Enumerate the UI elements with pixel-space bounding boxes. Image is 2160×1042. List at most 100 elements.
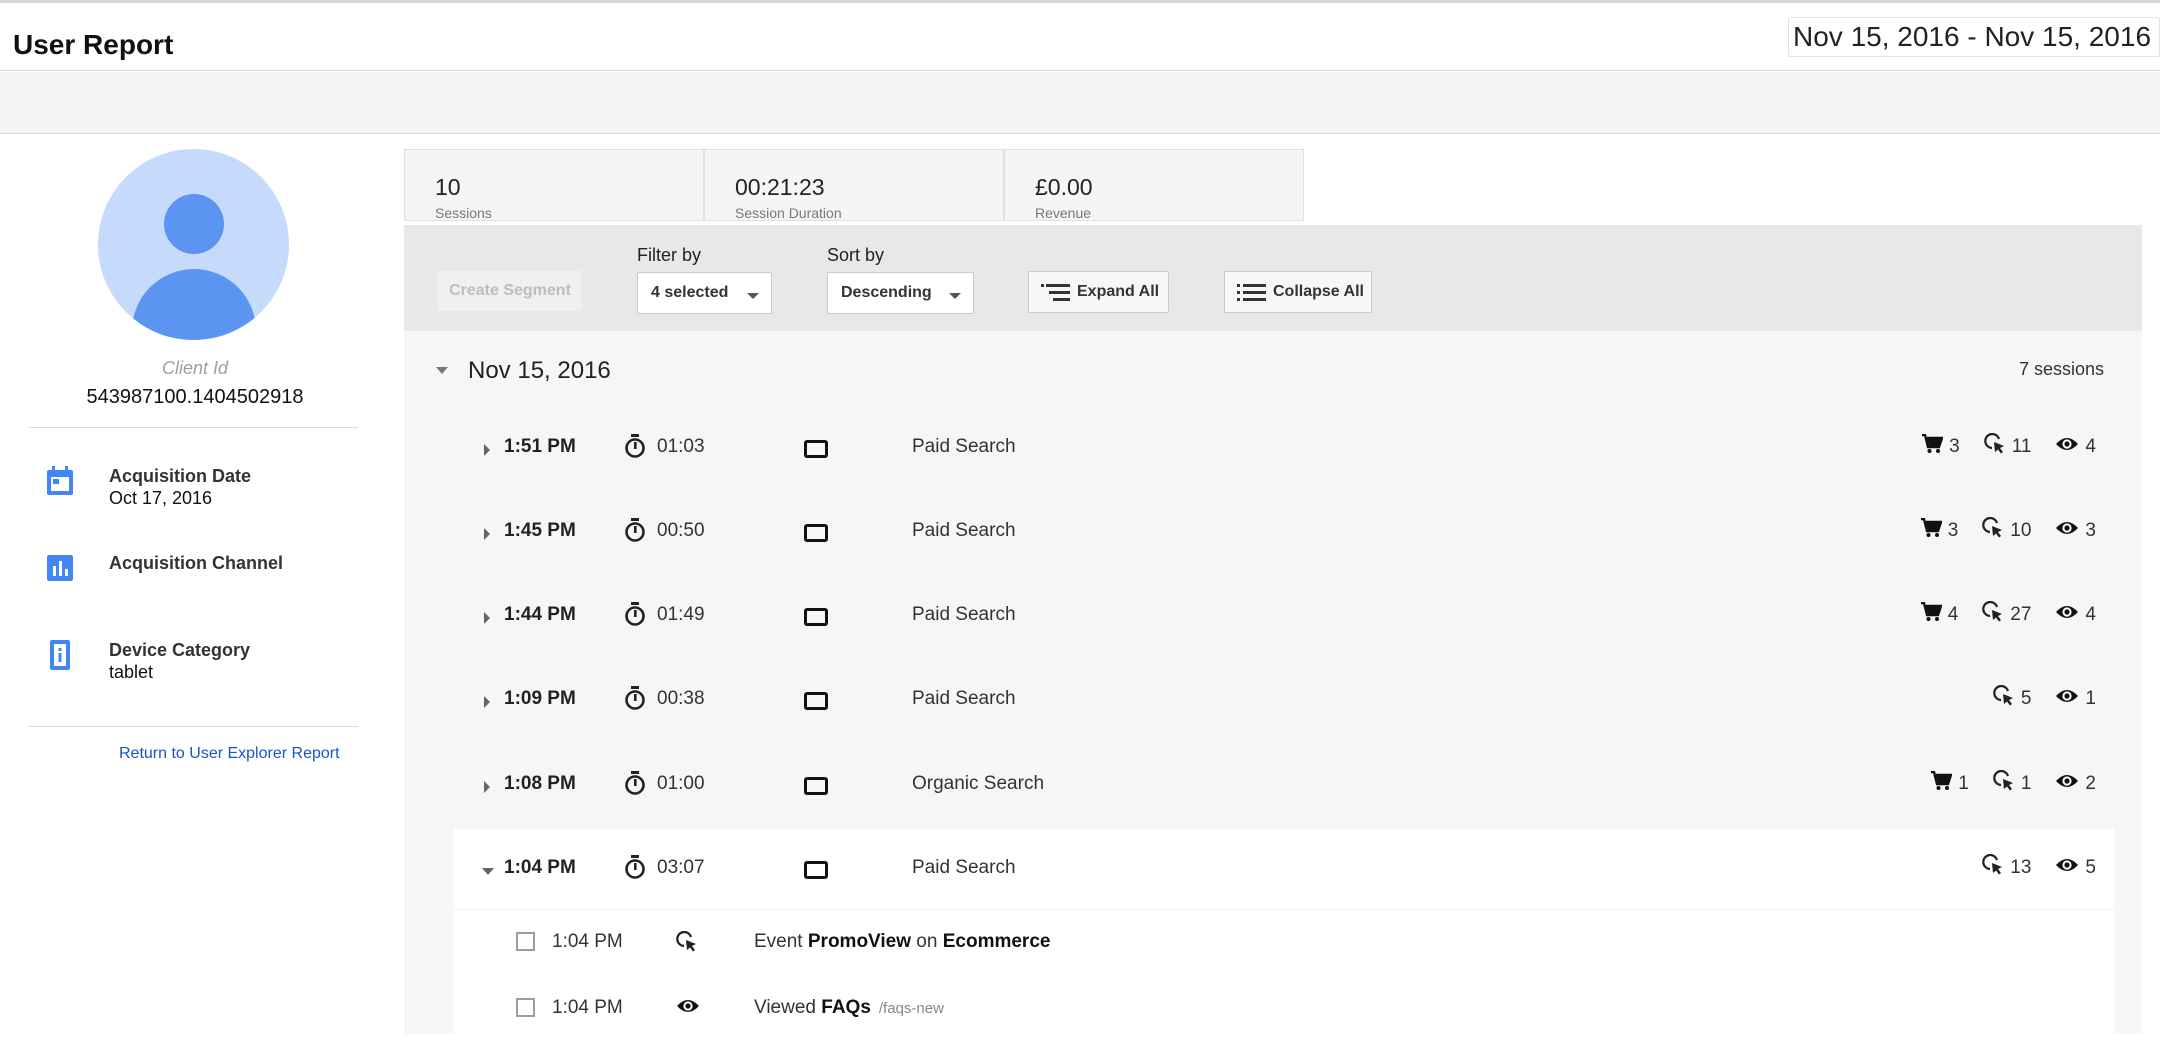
session-source: Organic Search xyxy=(912,773,1045,794)
filter-by-select[interactable]: 4 selected xyxy=(637,272,772,314)
pageviews-metric: 4 xyxy=(2055,435,2096,459)
session-time: 1:09 PM xyxy=(504,688,576,709)
session-metrics: 1 1 2 xyxy=(1906,769,2096,797)
session-duration: 01:00 xyxy=(657,773,705,794)
eye-icon xyxy=(2055,856,2085,880)
timer-icon xyxy=(624,434,646,463)
revenue-value: £0.00 xyxy=(1035,174,1093,200)
session-source: Paid Search xyxy=(912,604,1016,625)
eye-icon xyxy=(2055,772,2085,796)
device-category-value: tablet xyxy=(109,662,154,682)
toolbar-band xyxy=(0,72,2160,134)
timer-icon xyxy=(624,771,646,800)
activity-row[interactable]: 1:04 PM Event PromoView on Ecommerce xyxy=(454,910,2114,976)
click-event-icon xyxy=(676,930,698,958)
controls-bar: Create Segment Filter by 4 selected Sort… xyxy=(404,225,2142,331)
acquisition-date-label: Acquisition Date xyxy=(109,466,252,486)
revenue-label: Revenue xyxy=(1035,205,1092,221)
session-row[interactable]: 1:09 PM 00:38 Paid Search 51 xyxy=(454,660,2114,744)
session-time: 1:51 PM xyxy=(504,436,576,457)
caret-right-icon[interactable] xyxy=(484,444,490,456)
sessions-value: 10 xyxy=(435,174,461,200)
activity-checkbox[interactable] xyxy=(516,998,535,1017)
activity-category: Ecommerce xyxy=(942,931,1051,952)
session-row[interactable]: 1:45 PM 00:50 Paid Search 3 10 3 xyxy=(454,492,2114,576)
session-row[interactable]: 1:51 PM 01:03 Paid Search 3 11 4 xyxy=(454,408,2114,492)
day-session-count: 7 sessions xyxy=(2018,359,2104,379)
caret-down-icon[interactable] xyxy=(482,868,494,875)
sort-by-select[interactable]: Descending xyxy=(827,272,974,314)
activity-joiner: on xyxy=(916,931,938,952)
cart-metric: 4 xyxy=(1920,601,1959,628)
chevron-down-icon xyxy=(949,293,961,299)
click-event-icon xyxy=(1982,516,2010,545)
cart-icon xyxy=(1920,517,1948,544)
pageviews-count: 5 xyxy=(2085,857,2096,878)
date-range-picker[interactable]: Nov 15, 2016 - Nov 15, 2016 xyxy=(1788,17,2160,57)
caret-right-icon[interactable] xyxy=(484,781,490,793)
tablet-device-icon xyxy=(804,692,828,715)
pageviews-count: 1 xyxy=(2085,688,2096,709)
create-segment-button[interactable]: Create Segment xyxy=(438,271,582,311)
expand-all-button[interactable]: Expand All xyxy=(1028,271,1169,313)
calendar-icon xyxy=(47,466,73,495)
session-time: 1:45 PM xyxy=(504,520,576,541)
session-metrics: 51 xyxy=(1969,684,2096,713)
bar-chart-icon xyxy=(47,555,73,581)
divider xyxy=(28,726,358,727)
sessions-label: Sessions xyxy=(435,205,492,221)
collapse-all-button[interactable]: Collapse All xyxy=(1224,271,1372,313)
activity-checkbox[interactable] xyxy=(516,932,535,951)
timer-icon xyxy=(624,602,646,631)
caret-right-icon[interactable] xyxy=(484,528,490,540)
cart-count: 3 xyxy=(1949,436,1960,457)
return-to-user-explorer-link[interactable]: Return to User Explorer Report xyxy=(119,745,340,763)
pageviews-metric: 5 xyxy=(2055,856,2096,880)
list-icon xyxy=(1237,284,1266,301)
timer-icon xyxy=(624,855,646,884)
eye-icon xyxy=(2055,603,2085,627)
session-duration: 01:03 xyxy=(657,436,705,457)
events-count: 5 xyxy=(2020,688,2032,709)
client-id-label: Client Id xyxy=(161,358,229,378)
session-duration: 00:38 xyxy=(657,688,705,709)
tablet-device-icon xyxy=(804,440,828,463)
events-metric: 5 xyxy=(1993,684,2032,713)
filter-by-label: Filter by xyxy=(637,245,702,265)
session-metrics: 3 10 3 xyxy=(1896,516,2096,545)
activity-path: /faqs-new xyxy=(878,1000,944,1017)
session-duration-value: 00:21:23 xyxy=(735,174,825,200)
acquisition-date-value: Oct 17, 2016 xyxy=(109,488,213,508)
avatar-head xyxy=(164,194,224,254)
timer-icon xyxy=(624,518,646,547)
pageviews-metric: 3 xyxy=(2055,519,2096,543)
timer-icon xyxy=(624,686,646,715)
caret-down-icon[interactable] xyxy=(436,367,448,374)
eye-icon xyxy=(2055,519,2085,543)
cart-count: 4 xyxy=(1947,604,1959,625)
cart-count: 1 xyxy=(1958,773,1969,794)
caret-right-icon[interactable] xyxy=(484,696,490,708)
session-source: Paid Search xyxy=(912,436,1016,457)
cart-count: 3 xyxy=(1947,520,1959,541)
user-profile-panel: Client Id 543987100.1404502918 Acquisiti… xyxy=(0,134,390,1034)
eye-icon xyxy=(676,997,700,1020)
activity-row[interactable]: 1:04 PM Viewed FAQs/faqs-new xyxy=(454,976,2114,1042)
activity-panel: Create Segment Filter by 4 selected Sort… xyxy=(404,225,2142,1042)
events-metric: 13 xyxy=(1982,853,2031,882)
session-duration: 03:07 xyxy=(657,857,705,878)
session-row[interactable]: 1:04 PM 03:07 Paid Search 13 5 xyxy=(454,829,2114,913)
events-count: 10 xyxy=(2010,520,2032,541)
session-row[interactable]: 1:44 PM 01:49 Paid Search 4 27 4 xyxy=(454,576,2114,660)
tablet-device-icon xyxy=(804,524,828,547)
activity-time: 1:04 PM xyxy=(552,931,623,952)
pageviews-metric: 2 xyxy=(2055,772,2096,796)
pageviews-count: 4 xyxy=(2085,436,2096,457)
click-event-icon xyxy=(1982,853,2010,882)
click-event-icon xyxy=(1993,684,2021,713)
caret-right-icon[interactable] xyxy=(484,612,490,624)
avatar-body xyxy=(132,269,256,340)
pageviews-count: 2 xyxy=(2085,773,2096,794)
day-group-header[interactable]: Nov 15, 2016 7 sessions xyxy=(404,345,2142,397)
session-row[interactable]: 1:08 PM 01:00 Organic Search 1 1 2 xyxy=(454,745,2114,829)
